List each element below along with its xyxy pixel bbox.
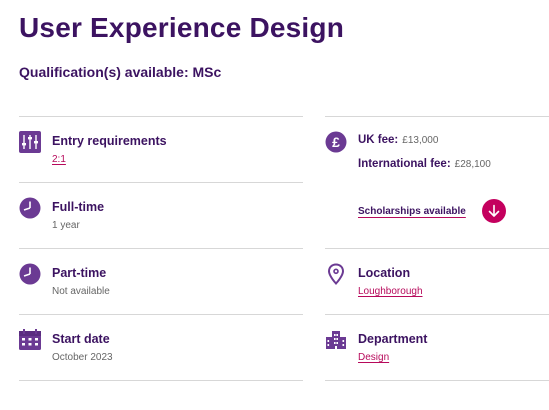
- uk-fee-label: UK fee:: [358, 134, 399, 146]
- arrow-down-icon: [488, 204, 500, 217]
- location-row: Location Loughborough: [325, 248, 549, 314]
- start-date-label: Start date: [52, 332, 110, 346]
- calendar-icon: [19, 329, 41, 351]
- entry-requirements-row: Entry requirements 2:1: [19, 116, 303, 182]
- entry-requirements-link[interactable]: 2:1: [52, 154, 66, 165]
- start-date-value: October 2023: [52, 352, 113, 363]
- department-label: Department: [358, 332, 428, 346]
- clock-icon: [19, 197, 41, 219]
- svg-text:£: £: [332, 134, 340, 150]
- start-date-row: Start date October 2023: [19, 314, 303, 381]
- full-time-row: Full-time 1 year: [19, 182, 303, 248]
- part-time-row: Part-time Not available: [19, 248, 303, 314]
- entry-requirements-label: Entry requirements: [52, 134, 167, 148]
- international-fee-label: International fee:: [358, 158, 451, 170]
- location-link[interactable]: Loughborough: [358, 286, 423, 297]
- full-time-label: Full-time: [52, 200, 105, 214]
- location-label: Location: [358, 266, 411, 280]
- department-link[interactable]: Design: [358, 352, 389, 363]
- building-icon: [325, 329, 347, 351]
- full-time-value: 1 year: [52, 220, 80, 231]
- fees-row: £ UK fee: £13,000 International fee: £28,1…: [325, 116, 549, 182]
- international-fee-value: £28,100: [454, 159, 491, 170]
- pound-icon: £: [325, 131, 347, 153]
- part-time-label: Part-time: [52, 266, 107, 280]
- scholarships-expand-button[interactable]: [482, 199, 506, 223]
- course-facts-left: Entry requirements 2:1 Full-time 1 year: [19, 116, 303, 381]
- page-title: User Experience Design: [19, 12, 344, 43]
- uk-fee: UK fee: £13,000: [358, 134, 438, 146]
- sliders-icon: [19, 131, 41, 153]
- scholarships-row: Scholarships available: [325, 182, 549, 248]
- course-facts-right: £ UK fee: £13,000 International fee: £28,1…: [325, 116, 549, 381]
- part-time-value: Not available: [52, 286, 110, 297]
- scholarships-link[interactable]: Scholarships available: [358, 206, 466, 217]
- international-fee: International fee: £28,100: [358, 158, 491, 170]
- course-summary-page: User Experience Design Qualification(s) …: [0, 0, 549, 410]
- location-pin-icon: [325, 263, 347, 285]
- uk-fee-value: £13,000: [402, 135, 439, 146]
- qualification-subtitle: Qualification(s) available: MSc: [19, 64, 222, 80]
- clock-icon: [19, 263, 41, 285]
- department-row: Department Design: [325, 314, 549, 381]
